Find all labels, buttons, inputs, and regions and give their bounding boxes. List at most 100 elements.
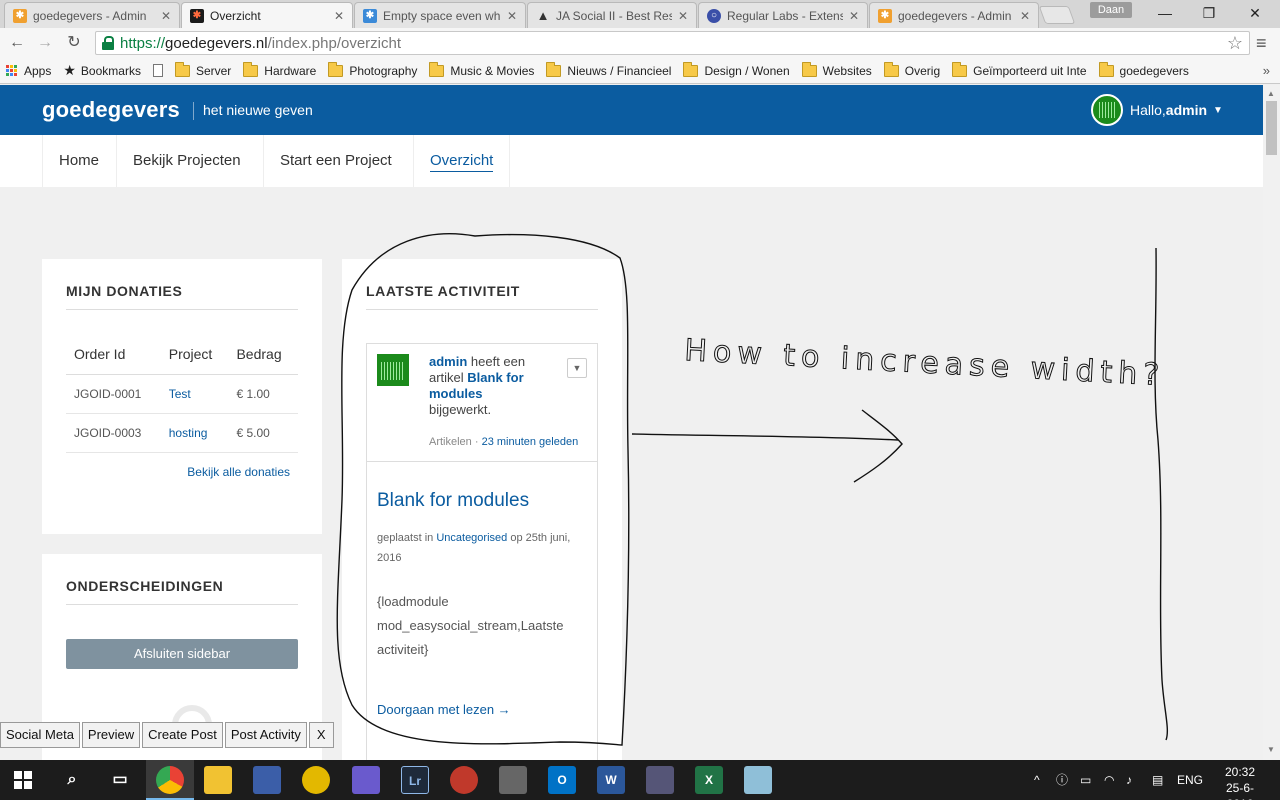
post-title-link[interactable]: Blank for modules (377, 490, 529, 512)
close-icon[interactable]: ✕ (507, 9, 517, 23)
close-icon[interactable]: ✕ (161, 9, 171, 23)
search-icon[interactable]: ⌕ (58, 766, 86, 794)
project-link-text[interactable]: Test (169, 387, 191, 401)
nav-overzicht[interactable]: Overzicht (413, 135, 511, 187)
bookmark-hardware[interactable]: Hardware (243, 61, 316, 78)
clock[interactable]: 20:32 25-6-2016 (1214, 764, 1266, 800)
create-post-button[interactable]: Create Post (142, 722, 223, 748)
scrollbar-thumb[interactable] (1266, 101, 1277, 155)
bookmark-websites[interactable]: Websites (801, 61, 872, 78)
folder-icon (683, 61, 699, 77)
new-tab-button[interactable] (1038, 6, 1076, 24)
post-category-link[interactable]: Uncategorised (436, 532, 507, 544)
lock-icon (102, 36, 114, 50)
social-meta-button[interactable]: Social Meta (0, 722, 80, 748)
project-link[interactable]: hosting (160, 413, 229, 453)
volume-icon[interactable]: ♪ (1126, 760, 1132, 800)
close-sidebar-button[interactable]: Afsluiten sidebar (66, 639, 298, 669)
read-more-link[interactable]: Doorgaan met lezen → (377, 702, 511, 717)
word-icon[interactable]: W (597, 766, 625, 794)
file-explorer-icon[interactable] (204, 766, 232, 794)
tray-chevron-up-icon[interactable]: ^ (1034, 760, 1040, 800)
close-icon[interactable]: ✕ (1020, 9, 1030, 23)
network-icon[interactable] (646, 766, 674, 794)
bookmarks-bar: Apps ★ Bookmarks Server Hardware Photogr… (0, 58, 1280, 84)
close-icon[interactable]: ✕ (334, 9, 344, 23)
close-floatbar-button[interactable]: X (308, 722, 334, 748)
project-link-text[interactable]: hosting (169, 426, 208, 440)
back-arrow-icon[interactable]: ← (6, 32, 28, 54)
bookmark-music-movies[interactable]: Music & Movies (429, 61, 534, 78)
bookmark-label: Apps (24, 63, 52, 78)
avatar[interactable] (377, 354, 409, 386)
browser-tab-5[interactable]: ○ Regular Labs - Extensi ✕ (698, 2, 868, 28)
address-bar[interactable]: https://goedegevers.nl/index.php/overzic… (95, 31, 1250, 55)
app-icon[interactable] (302, 766, 330, 794)
column-header: Project (160, 336, 229, 375)
chrome-icon[interactable] (156, 766, 184, 794)
chevron-down-icon[interactable]: ▼ (567, 358, 587, 378)
view-all-donations-link[interactable]: Bekijk alle donaties (66, 465, 298, 479)
nav-home[interactable]: Home (42, 135, 115, 187)
bookmark-goedegevers[interactable]: goedegevers (1098, 61, 1189, 78)
save-disk-icon[interactable] (253, 766, 281, 794)
preview-button[interactable]: Preview (81, 722, 141, 748)
info-icon[interactable]: ⓘ (1056, 760, 1068, 800)
bookmark-server[interactable]: Server (174, 61, 231, 78)
browser-tab-3[interactable]: ✱ Empty space even wh ✕ (354, 2, 526, 28)
url-host: goedegevers.nl (165, 34, 268, 52)
activity-card: admin heeft een artikel Blank for module… (366, 343, 598, 760)
lightroom-icon[interactable]: Lr (401, 766, 429, 794)
battery-icon[interactable]: ▭ (1080, 760, 1091, 800)
post-activity-button[interactable]: Post Activity (224, 722, 307, 748)
bookmarks-overflow-icon[interactable]: » (1263, 63, 1270, 78)
nav-start-project[interactable]: Start een Project (263, 135, 408, 187)
bookmark-bookmarks[interactable]: ★ Bookmarks (63, 62, 141, 79)
activity-time-link[interactable]: 23 minuten geleden (482, 436, 579, 448)
settings-icon[interactable] (499, 766, 527, 794)
restore-icon[interactable]: ❐ (1186, 0, 1232, 26)
bookmark-apps[interactable]: Apps (6, 64, 51, 78)
close-icon[interactable]: ✕ (678, 9, 688, 23)
user-menu[interactable]: Hallo, admin ▼ (1091, 94, 1223, 126)
close-icon[interactable]: ✕ (849, 9, 859, 23)
app-icon[interactable] (450, 766, 478, 794)
reload-icon[interactable]: ↻ (63, 32, 85, 54)
scroll-down-icon[interactable]: ▼ (1267, 745, 1275, 754)
project-link[interactable]: Test (160, 374, 229, 414)
bookmark-star-icon[interactable]: ☆ (1227, 33, 1243, 54)
nav-bekijk-projecten[interactable]: Bekijk Projecten (116, 135, 257, 187)
wifi-icon[interactable]: ◠ (1104, 760, 1114, 800)
browser-tab-1[interactable]: ✱ goedegevers - Admin ✕ (4, 2, 180, 28)
bookmark-blank-page[interactable] (152, 64, 163, 77)
outlook-icon[interactable]: O (548, 766, 576, 794)
window-close-icon[interactable]: ✕ (1232, 0, 1278, 26)
folder-icon (801, 61, 817, 77)
excel-icon[interactable]: X (695, 766, 723, 794)
browser-tab-4[interactable]: ▲ JA Social II - Best Resp ✕ (527, 2, 697, 28)
page-scrollbar[interactable]: ▲ ▼ (1263, 85, 1280, 760)
forward-arrow-icon[interactable]: → (34, 32, 56, 54)
bookmark-overig[interactable]: Overig (883, 61, 940, 78)
app-icon[interactable] (744, 766, 772, 794)
activity-user-link[interactable]: admin (429, 354, 467, 369)
regularlabs-icon: ○ (707, 8, 721, 23)
activity-item: admin heeft een artikel Blank for module… (367, 344, 597, 462)
bookmark-design[interactable]: Design / Wonen (683, 61, 790, 78)
task-view-icon[interactable]: ▭ (106, 766, 134, 794)
browser-toolbar: ← → ↻ https://goedegevers.nl/index.php/o… (0, 28, 1280, 58)
browser-tab-2[interactable]: ✱ Overzicht ✕ (181, 2, 353, 29)
bookmark-nieuws[interactable]: Nieuws / Financieel (546, 61, 671, 78)
site-logo[interactable]: goedegevers (42, 97, 180, 123)
bookmark-photography[interactable]: Photography (328, 61, 417, 78)
bookmark-geimporteerd[interactable]: Geïmporteerd uit Inte (952, 61, 1087, 78)
minimize-icon[interactable]: — (1142, 0, 1188, 26)
scroll-up-icon[interactable]: ▲ (1267, 89, 1275, 98)
menu-icon[interactable]: ≡ (1256, 33, 1267, 54)
notepad-icon[interactable] (352, 766, 380, 794)
windows-start-icon[interactable] (14, 771, 32, 789)
browser-tab-6[interactable]: ✱ goedegevers - Admin ✕ (869, 2, 1039, 28)
language-indicator[interactable]: ENG (1177, 760, 1203, 800)
profile-badge[interactable]: Daan (1090, 2, 1132, 18)
notifications-icon[interactable]: ▤ (1152, 760, 1163, 800)
